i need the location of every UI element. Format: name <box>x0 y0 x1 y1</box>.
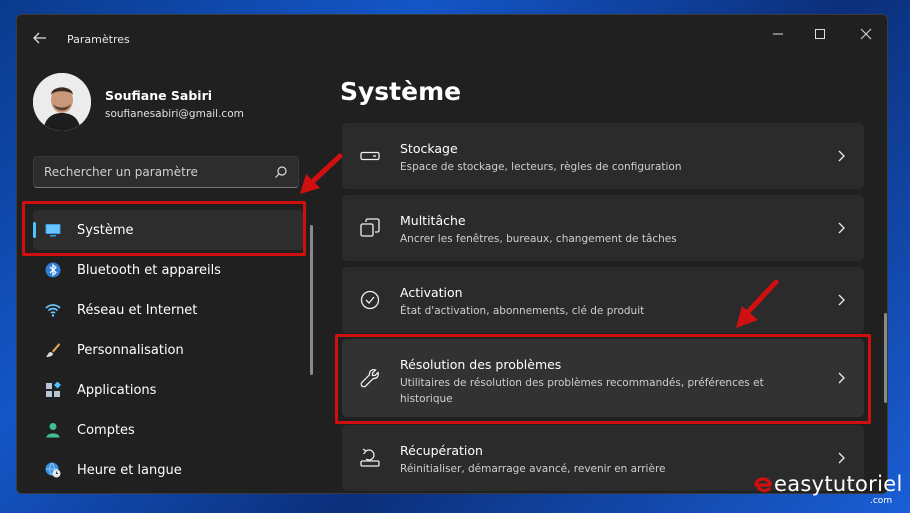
card-description: Réinitialiser, démarrage avancé, revenir… <box>400 463 666 475</box>
card-title: Récupération <box>400 443 483 458</box>
annotation-box-resolution <box>335 334 871 424</box>
user-name: Soufiane Sabiri <box>105 88 213 103</box>
minimize-icon <box>773 33 783 35</box>
annotation-arrow-icon <box>736 279 779 328</box>
maximize-button[interactable] <box>805 23 835 45</box>
chevron-right-icon <box>838 222 845 234</box>
sidebar-item-reseau[interactable]: Réseau et Internet <box>33 290 303 330</box>
sidebar-item-heure-langue[interactable]: Heure et langue <box>33 450 303 490</box>
card-stockage[interactable]: Stockage Espace de stockage, lecteurs, r… <box>342 123 864 189</box>
wifi-icon <box>45 304 61 317</box>
user-email: soufianesabiri@gmail.com <box>105 108 244 120</box>
sidebar-item-personnalisation[interactable]: Personnalisation <box>33 330 303 370</box>
title-bar: Paramètres <box>17 15 887 55</box>
recovery-icon <box>360 448 380 467</box>
search-input[interactable] <box>44 163 264 181</box>
easytutoriel-logo-icon <box>754 477 772 493</box>
card-title: Stockage <box>400 141 458 156</box>
sidebar-item-label: Heure et langue <box>77 462 182 478</box>
search-icon[interactable] <box>274 165 288 179</box>
watermark: easytutoriel .com <box>752 470 902 506</box>
sidebar-item-label: Personnalisation <box>77 342 184 358</box>
brush-icon <box>46 343 60 357</box>
sidebar-item-label: Bluetooth et appareils <box>77 262 221 278</box>
watermark-brand: easytutoriel <box>774 472 903 496</box>
close-button[interactable] <box>851 23 881 45</box>
chevron-right-icon <box>838 452 845 464</box>
card-activation[interactable]: Activation État d'activation, abonnement… <box>342 267 864 333</box>
multitask-icon <box>360 218 380 237</box>
annotation-box-systeme <box>22 201 306 256</box>
chevron-right-icon <box>838 294 845 306</box>
bluetooth-icon <box>45 262 61 278</box>
card-title: Multitâche <box>400 213 466 228</box>
globe-clock-icon <box>45 462 61 478</box>
sidebar-item-label: Comptes <box>77 422 135 438</box>
sidebar-item-applications[interactable]: Applications <box>33 370 303 410</box>
avatar <box>33 73 91 131</box>
card-description: Ancrer les fenêtres, bureaux, changement… <box>400 233 677 245</box>
sidebar-item-label: Applications <box>77 382 157 398</box>
sidebar-item-comptes[interactable]: Comptes <box>33 410 303 450</box>
search-box[interactable] <box>33 156 299 188</box>
check-circle-icon <box>360 290 380 310</box>
sidebar-scrollbar[interactable] <box>310 225 313 375</box>
page-title: Système <box>340 77 462 106</box>
maximize-icon <box>815 29 825 39</box>
window-title: Paramètres <box>67 33 130 46</box>
card-title: Activation <box>400 285 463 300</box>
main-scrollbar[interactable] <box>884 313 887 403</box>
minimize-button[interactable] <box>763 23 793 45</box>
annotation-arrow-icon <box>300 153 343 194</box>
storage-icon <box>360 151 380 161</box>
sidebar-item-label: Réseau et Internet <box>77 302 198 318</box>
back-arrow-icon[interactable] <box>29 27 51 49</box>
sidebar-item-bluetooth[interactable]: Bluetooth et appareils <box>33 250 303 290</box>
person-icon <box>46 423 60 438</box>
card-description: Espace de stockage, lecteurs, règles de … <box>400 161 682 173</box>
close-icon <box>860 28 872 40</box>
chevron-right-icon <box>838 150 845 162</box>
apps-icon <box>46 382 61 397</box>
watermark-suffix: .com <box>870 496 893 506</box>
card-multitache[interactable]: Multitâche Ancrer les fenêtres, bureaux,… <box>342 195 864 261</box>
